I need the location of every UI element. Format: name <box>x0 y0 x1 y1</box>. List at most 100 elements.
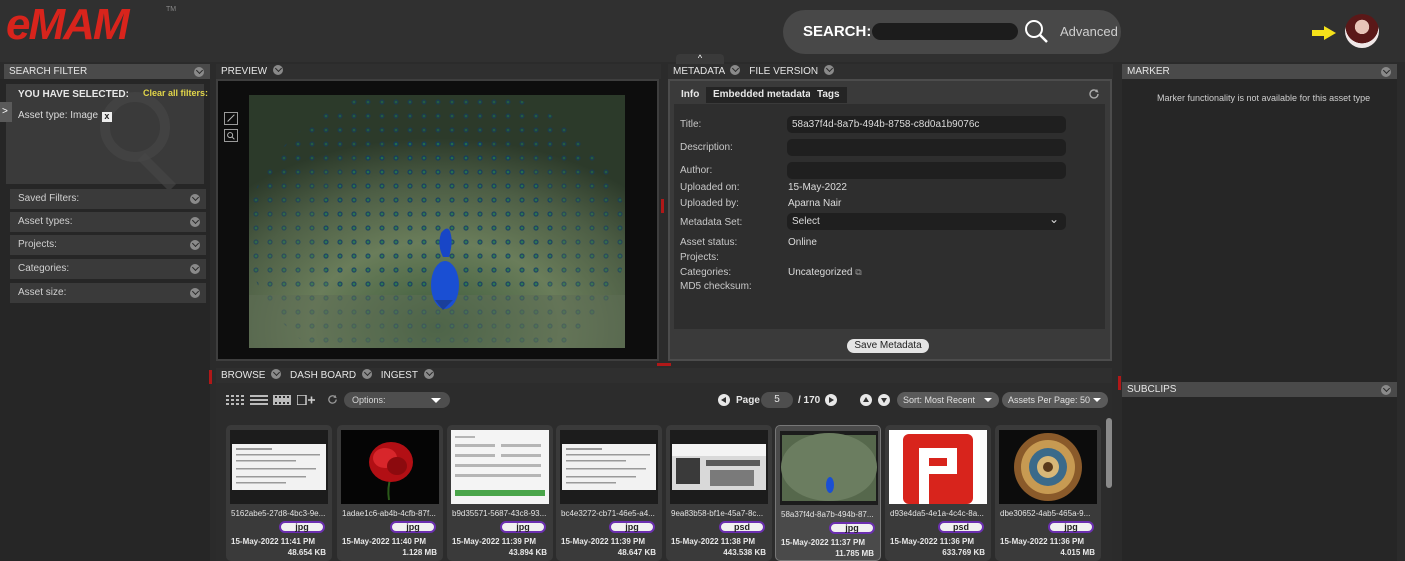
categories-row[interactable]: Categories: <box>10 259 206 279</box>
filmstrip-view-icon[interactable] <box>273 395 291 405</box>
assets-per-page-dropdown[interactable]: Assets Per Page: 50 <box>1002 392 1108 408</box>
advanced-search-link[interactable]: Advanced <box>1060 24 1118 39</box>
clear-all-filters-link[interactable]: Clear all filters: <box>143 88 208 98</box>
categories-value: Uncategorized ⧉ <box>788 267 862 278</box>
grid-view-icon[interactable] <box>226 395 244 405</box>
asset-card[interactable]: 9ea83b58-bf1e-45a7-8c... psd 15-May-2022… <box>666 425 772 561</box>
asset-types-row[interactable]: Asset types: <box>10 212 206 232</box>
sort-dropdown[interactable]: Sort: Most Recent <box>897 392 999 408</box>
md5-label: MD5 checksum: <box>680 281 752 292</box>
asset-name: 58a37f4d-8a7b-494b-87... <box>781 510 874 519</box>
collapse-icon[interactable] <box>361 369 372 379</box>
asset-extension-badge: jpg <box>609 521 655 533</box>
projects-label: Projects: <box>18 239 57 250</box>
emam-logo[interactable]: eMAM <box>6 3 130 47</box>
expand-icon[interactable] <box>190 217 200 227</box>
asset-size: 48.654 KB <box>287 548 326 557</box>
collapse-icon[interactable] <box>823 65 834 75</box>
filter-panel-toggle[interactable]: > <box>0 102 12 122</box>
collapse-icon[interactable] <box>1381 67 1391 77</box>
asset-date: 15-May-2022 11:39 PM <box>561 537 646 546</box>
title-field[interactable]: 58a37f4d-8a7b-494b-8758-c8d0a1b9076c <box>787 116 1066 133</box>
search-label: SEARCH: <box>803 23 872 40</box>
asset-types-label: Asset types: <box>18 216 73 227</box>
tab-tags[interactable]: Tags <box>810 87 847 103</box>
asset-card[interactable]: bc4e3272-cb71-46e5-a4... jpg 15-May-2022… <box>556 425 662 561</box>
asset-size-row[interactable]: Asset size: <box>10 283 206 303</box>
zoom-icon[interactable] <box>224 129 238 142</box>
save-metadata-button[interactable]: Save Metadata <box>847 339 929 353</box>
tab-browse[interactable]: BROWSE <box>221 370 265 381</box>
tab-ingest[interactable]: INGEST <box>381 370 418 381</box>
marker-message: Marker functionality is not available fo… <box>1157 93 1371 103</box>
asset-extension-badge: psd <box>719 521 765 533</box>
marker-header: MARKER <box>1122 64 1397 79</box>
external-link-icon[interactable]: ⧉ <box>855 267 861 277</box>
expand-icon[interactable] <box>190 240 200 250</box>
categories-label: Categories: <box>18 263 70 274</box>
asset-date: 15-May-2022 11:36 PM <box>890 537 975 546</box>
tab-info[interactable]: Info <box>674 87 707 103</box>
search-icon[interactable] <box>1023 19 1051 45</box>
sort-descending-icon[interactable] <box>878 394 890 406</box>
asset-card-selected[interactable]: 58a37f4d-8a7b-494b-87... jpg 15-May-2022… <box>775 425 881 561</box>
expand-icon[interactable] <box>190 288 200 298</box>
asset-extension-badge: jpg <box>500 521 546 533</box>
remove-filter-icon[interactable]: x <box>101 112 112 122</box>
author-label: Author: <box>680 165 713 176</box>
refresh-icon[interactable] <box>327 394 338 405</box>
splitter-handle[interactable] <box>657 363 671 366</box>
splitter-handle[interactable] <box>661 199 664 213</box>
tab-dashboard[interactable]: DASH BOARD <box>290 370 356 381</box>
add-asset-icon[interactable] <box>297 395 315 405</box>
projects-row[interactable]: Projects: <box>10 235 206 255</box>
asset-card[interactable]: 1adae1c6-ab4b-4cfb-87f... jpg 15-May-202… <box>337 425 443 561</box>
metadata-title[interactable]: METADATA <box>673 66 725 77</box>
file-version-tab[interactable]: FILE VERSION <box>749 66 818 77</box>
previous-page-icon[interactable] <box>718 394 730 406</box>
expand-icon[interactable] <box>190 264 200 274</box>
author-field[interactable] <box>787 162 1066 179</box>
sort-ascending-icon[interactable] <box>860 394 872 406</box>
asset-thumbnail <box>341 430 439 504</box>
asset-name: b9d35571-5687-43c8-93... <box>452 509 547 518</box>
search-filter-header[interactable]: SEARCH FILTER <box>4 64 210 79</box>
collapse-icon[interactable] <box>1381 385 1391 395</box>
uploaded-on-label: Uploaded on: <box>680 182 740 193</box>
preview-title: PREVIEW <box>221 66 268 77</box>
description-field[interactable] <box>787 139 1066 156</box>
search-input[interactable] <box>872 23 1018 40</box>
browse-scrollbar[interactable] <box>1106 418 1112 488</box>
refresh-icon[interactable] <box>1088 88 1100 100</box>
saved-filters-row[interactable]: Saved Filters: <box>10 189 206 209</box>
tab-embedded-metadata[interactable]: Embedded metadata <box>706 87 818 103</box>
asset-card[interactable]: d93e4da5-4e1a-4c4c-8a... psd 15-May-2022… <box>885 425 991 561</box>
collapse-icon[interactable] <box>730 65 741 75</box>
splitter-handle[interactable] <box>209 370 212 384</box>
user-avatar[interactable] <box>1345 14 1379 48</box>
collapse-icon[interactable] <box>194 67 204 77</box>
list-view-icon[interactable] <box>250 395 268 405</box>
metadata-set-select[interactable]: Select <box>787 211 1066 230</box>
splitter-handle[interactable] <box>1118 376 1121 390</box>
asset-card[interactable]: b9d35571-5687-43c8-93... jpg 15-May-2022… <box>447 425 553 561</box>
page-number-input[interactable]: 5 <box>761 392 793 408</box>
arrow-right-icon <box>1312 26 1336 40</box>
asset-thumbnail <box>999 430 1097 504</box>
expand-icon[interactable] <box>190 194 200 204</box>
asset-status-label: Asset status: <box>680 237 738 248</box>
collapse-icon[interactable] <box>272 65 283 75</box>
options-dropdown[interactable]: Options: <box>344 392 450 408</box>
next-page-icon[interactable] <box>825 394 837 406</box>
asset-thumbnail <box>670 430 768 504</box>
asset-size: 1.128 MB <box>402 548 437 557</box>
asset-date: 15-May-2022 11:38 PM <box>671 537 756 546</box>
title-label: Title: <box>680 119 702 130</box>
edit-icon[interactable] <box>224 112 238 125</box>
asset-card[interactable]: 5162abe5-27d8-4bc3-9e... jpg 15-May-2022… <box>226 425 332 561</box>
collapse-header-tab[interactable]: ^ <box>676 54 724 64</box>
collapse-icon[interactable] <box>271 369 282 379</box>
asset-card[interactable]: dbe30652-4ab5-465a-9... jpg 15-May-2022 … <box>995 425 1101 561</box>
collapse-icon[interactable] <box>423 369 434 379</box>
asset-date: 15-May-2022 11:41 PM <box>231 537 316 546</box>
